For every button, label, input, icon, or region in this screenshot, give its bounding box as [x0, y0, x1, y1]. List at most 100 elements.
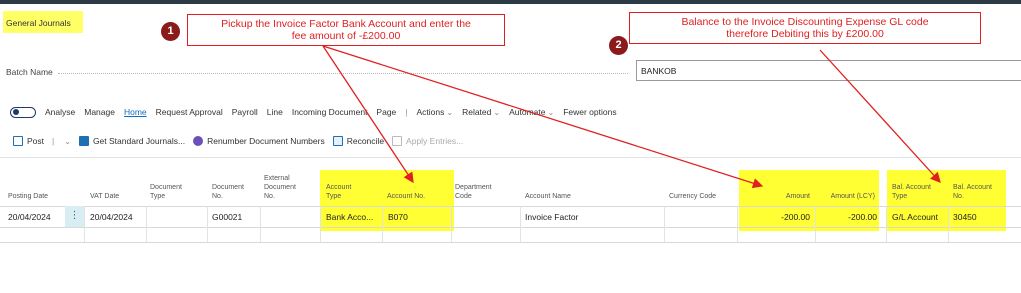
post-menu-chevron[interactable]: ⌄	[62, 137, 71, 146]
renumber-icon	[193, 136, 204, 146]
col-bal-account-type-l2: Type	[892, 193, 908, 200]
cell-bal-account-type[interactable]: G/L Account	[892, 207, 938, 227]
tab-manage[interactable]: Manage	[84, 107, 115, 117]
col-account-no[interactable]: Account No.	[387, 192, 425, 201]
tab-page[interactable]: Page	[376, 107, 396, 117]
batch-name-input[interactable]: BANKOB	[636, 60, 1021, 81]
annotation-badge-2: 2	[609, 36, 628, 55]
annotation-callout-2: Balance to the Invoice Discounting Expen…	[629, 12, 981, 44]
actions-menu[interactable]: Actions ⌄	[417, 107, 454, 117]
col-bal-account-no-l2: No.	[953, 193, 964, 200]
apply-entries-label: Apply Entries...	[406, 136, 464, 146]
post-label: Post	[27, 136, 45, 146]
chevron-down-icon: ⌄	[446, 108, 454, 117]
related-menu[interactable]: Related ⌄	[462, 107, 500, 117]
col-account-type-l1: Account	[326, 184, 352, 191]
col-document-type[interactable]: Document Type	[150, 183, 182, 201]
col-bal-account-no-l1: Bal. Account	[953, 184, 992, 191]
chevron-down-icon: ⌄	[493, 108, 501, 117]
col-department-l2: Code	[455, 193, 472, 200]
col-document-no[interactable]: Document No.	[212, 183, 244, 201]
cell-vat-date[interactable]: 20/04/2024	[90, 207, 133, 227]
col-external-document-no[interactable]: External Document No.	[264, 174, 296, 201]
callout-1-line-2: fee amount of -£200.00	[291, 30, 401, 42]
row-menu-button[interactable]: ⋮	[65, 206, 84, 227]
col-document-type-l1: Document	[150, 184, 182, 191]
callout-2-line-2: therefore Debiting this by £200.00	[726, 28, 884, 40]
col-external-l2: Document	[264, 184, 296, 191]
col-sep	[737, 206, 738, 242]
col-sep	[664, 206, 665, 242]
actions-label: Actions	[416, 107, 445, 117]
batch-name-leader	[58, 73, 628, 74]
cell-account-name[interactable]: Invoice Factor	[525, 207, 578, 227]
journal-icon	[78, 136, 89, 146]
col-sep	[451, 206, 452, 242]
renumber-button[interactable]: Renumber Document Numbers	[193, 136, 325, 146]
col-account-type[interactable]: Account Type	[326, 183, 351, 201]
col-department-l1: Department	[455, 184, 492, 191]
col-sep	[320, 206, 321, 242]
post-button[interactable]: Post	[13, 136, 44, 146]
col-department-code[interactable]: Department Code	[455, 183, 492, 201]
cell-bal-account-no[interactable]: 30450	[953, 207, 977, 227]
automate-menu[interactable]: Automate ⌄	[509, 107, 554, 117]
col-document-no-l2: No.	[212, 193, 223, 200]
tab-incoming-document[interactable]: Incoming Document	[292, 107, 368, 117]
cell-account-no[interactable]: B070	[388, 207, 408, 227]
cell-posting-date[interactable]: 20/04/2024	[8, 207, 51, 227]
row-border	[0, 242, 1021, 243]
tab-request-approval[interactable]: Request Approval	[156, 107, 223, 117]
col-amount[interactable]: Amount	[760, 192, 810, 201]
cell-amount-lcy[interactable]: -200.00	[815, 207, 877, 227]
col-sep	[382, 206, 383, 242]
tab-line[interactable]: Line	[267, 107, 283, 117]
get-standard-journals-button[interactable]: Get Standard Journals...	[78, 136, 186, 146]
analyse-label[interactable]: Analyse	[45, 107, 75, 117]
col-bal-account-type-l1: Bal. Account	[892, 184, 931, 191]
col-amount-lcy[interactable]: Amount (LCY)	[815, 192, 875, 201]
grid-top-border	[0, 157, 1021, 158]
cell-amount[interactable]: -200.00	[760, 207, 810, 227]
callout-1-line-1: Pickup the Invoice Factor Bank Account a…	[221, 18, 471, 30]
col-vat-date[interactable]: VAT Date	[90, 192, 119, 201]
col-document-no-l1: Document	[212, 184, 244, 191]
chevron-down-icon: ⌄	[547, 108, 555, 117]
divider: |	[405, 107, 408, 117]
annotation-badge-1: 1	[161, 22, 180, 41]
col-sep	[84, 206, 85, 242]
batch-name-label: Batch Name	[6, 67, 53, 77]
col-sep	[260, 206, 261, 242]
tab-home[interactable]: Home	[124, 107, 147, 117]
apply-icon	[392, 136, 403, 146]
related-label: Related	[462, 107, 492, 117]
col-bal-account-type[interactable]: Bal. Account Type	[892, 183, 931, 201]
reconcile-icon	[332, 136, 343, 146]
post-icon	[13, 136, 23, 146]
cell-document-no[interactable]: G00021	[212, 207, 242, 227]
tab-payroll[interactable]: Payroll	[232, 107, 258, 117]
annotation-callout-1: Pickup the Invoice Factor Bank Account a…	[187, 14, 505, 46]
col-account-name[interactable]: Account Name	[525, 192, 571, 201]
action-bar: Analyse Manage Home Request Approval Pay…	[10, 104, 626, 120]
col-posting-date[interactable]: Posting Date	[8, 192, 48, 201]
col-sep	[948, 206, 949, 242]
command-toolbar: Post | ⌄ Get Standard Journals... Renumb…	[13, 133, 471, 149]
col-currency-code[interactable]: Currency Code	[669, 192, 716, 201]
cell-account-type[interactable]: Bank Acco...	[326, 207, 373, 227]
reconcile-label: Reconcile	[346, 136, 385, 146]
get-standard-journals-label: Get Standard Journals...	[92, 136, 186, 146]
col-sep	[207, 206, 208, 242]
fewer-options-button[interactable]: Fewer options	[563, 107, 616, 117]
col-account-type-l2: Type	[326, 193, 342, 200]
chevron-down-icon: ⌄	[64, 136, 71, 146]
analyse-toggle[interactable]	[10, 106, 36, 118]
col-external-l1: External	[264, 175, 290, 182]
automate-label: Automate	[509, 107, 546, 117]
reconcile-button[interactable]: Reconcile	[332, 136, 385, 146]
col-bal-account-no[interactable]: Bal. Account No.	[953, 183, 992, 201]
renumber-label: Renumber Document Numbers	[207, 136, 325, 146]
col-document-type-l2: Type	[150, 193, 166, 200]
apply-entries-button[interactable]: Apply Entries...	[392, 136, 463, 146]
col-sep	[146, 206, 147, 242]
